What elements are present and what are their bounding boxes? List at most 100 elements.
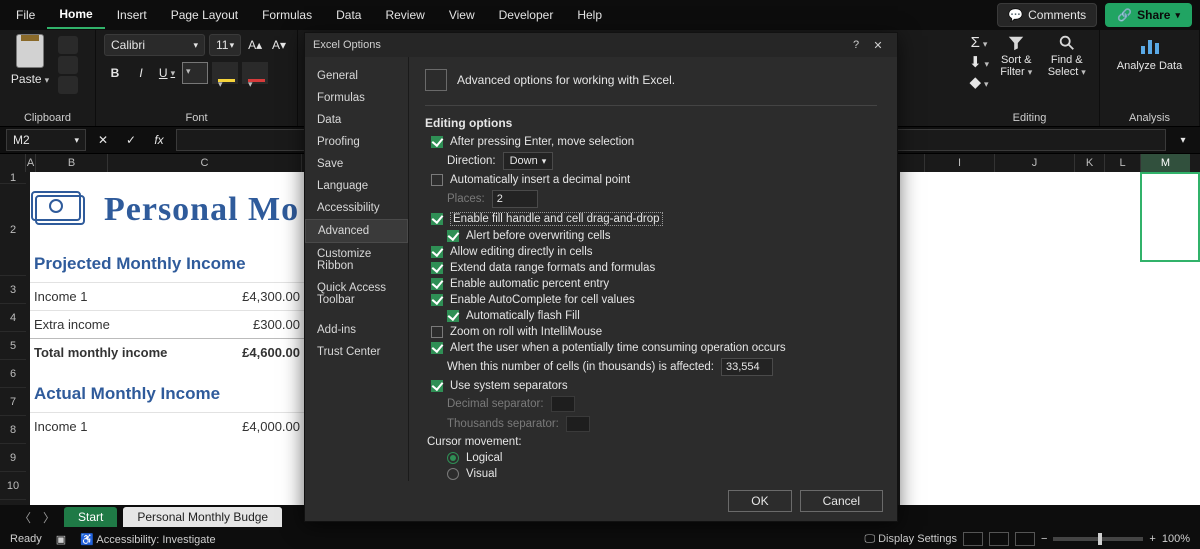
font-color-button[interactable]: [242, 62, 268, 84]
cancel-edit-icon[interactable]: ✕: [92, 129, 114, 151]
opt-auto-percent[interactable]: Enable automatic percent entry: [431, 278, 877, 290]
nav-language[interactable]: Language: [305, 175, 408, 197]
name-box[interactable]: M2▾: [6, 129, 86, 151]
col-A[interactable]: A: [26, 154, 36, 172]
cut-icon[interactable]: [58, 36, 78, 54]
cells-input[interactable]: [721, 358, 773, 376]
shrink-font-icon[interactable]: A▾: [269, 34, 289, 56]
sheet-tab-start[interactable]: Start: [64, 507, 117, 527]
row-8[interactable]: 8: [0, 416, 26, 444]
italic-button[interactable]: I: [130, 62, 152, 84]
sort-filter-button[interactable]: Sort & Filter: [992, 34, 1041, 78]
opt-zoom-roll[interactable]: Zoom on roll with IntelliMouse: [431, 326, 877, 338]
nav-save[interactable]: Save: [305, 153, 408, 175]
col-J[interactable]: J: [994, 154, 1074, 172]
close-icon[interactable]: ✕: [867, 39, 889, 52]
opt-direction[interactable]: Direction: Down ▾: [447, 152, 877, 170]
font-size-combo[interactable]: 11▾: [209, 34, 241, 56]
nav-advanced[interactable]: Advanced: [305, 219, 408, 243]
tab-view[interactable]: View: [437, 2, 487, 28]
autosum-button[interactable]: Σ: [968, 34, 990, 51]
table-row[interactable]: Total monthly income£4,600.00: [30, 338, 310, 366]
zoom-out-icon[interactable]: −: [1041, 533, 1047, 545]
opt-cursor-logical[interactable]: Logical: [447, 452, 877, 464]
dialog-content[interactable]: Advanced options for working with Excel.…: [409, 57, 897, 481]
ok-button[interactable]: OK: [728, 490, 791, 512]
opt-alert-overwrite[interactable]: Alert before overwriting cells: [447, 230, 877, 242]
row-10[interactable]: 10: [0, 472, 26, 500]
cancel-button[interactable]: Cancel: [800, 490, 883, 512]
col-M[interactable]: M: [1140, 154, 1190, 172]
nav-trust-center[interactable]: Trust Center: [305, 341, 408, 363]
row-5[interactable]: 5: [0, 332, 26, 360]
nav-addins[interactable]: Add-ins: [305, 319, 408, 341]
nav-general[interactable]: General: [305, 65, 408, 87]
font-name-combo[interactable]: Calibri▾: [104, 34, 205, 56]
tab-next-icon[interactable]: 〉: [40, 509, 58, 526]
col-K[interactable]: K: [1074, 154, 1104, 172]
page-break-view-icon[interactable]: [1015, 532, 1035, 546]
accessibility-status[interactable]: ♿ Accessibility: Investigate: [80, 533, 215, 546]
right-sheet-panel[interactable]: [900, 172, 1200, 505]
macro-record-icon[interactable]: ▣: [56, 533, 66, 546]
opt-system-separators[interactable]: Use system separators: [431, 380, 877, 392]
tab-page-layout[interactable]: Page Layout: [159, 2, 250, 28]
bold-button[interactable]: B: [104, 62, 126, 84]
borders-button[interactable]: [182, 62, 208, 84]
col-B[interactable]: B: [36, 154, 108, 172]
zoom-slider[interactable]: [1053, 537, 1143, 541]
comments-button[interactable]: 💬 Comments: [997, 3, 1097, 27]
col-C[interactable]: C: [108, 154, 302, 172]
sheet-tab-budget[interactable]: Personal Monthly Budge: [123, 507, 282, 527]
opt-extend-formats[interactable]: Extend data range formats and formulas: [431, 262, 877, 274]
copy-icon[interactable]: [58, 56, 78, 74]
nav-formulas[interactable]: Formulas: [305, 87, 408, 109]
nav-data[interactable]: Data: [305, 109, 408, 131]
tab-prev-icon[interactable]: 〈: [16, 509, 34, 526]
table-row[interactable]: Extra income£300.00: [30, 310, 310, 338]
opt-edit-in-cells[interactable]: Allow editing directly in cells: [431, 246, 877, 258]
row-1[interactable]: 1: [0, 172, 26, 184]
grow-font-icon[interactable]: A▴: [245, 34, 265, 56]
nav-accessibility[interactable]: Accessibility: [305, 197, 408, 219]
opt-auto-decimal[interactable]: Automatically insert a decimal point: [431, 174, 877, 186]
clear-button[interactable]: ◆: [968, 73, 990, 91]
help-icon[interactable]: ?: [845, 39, 867, 51]
direction-select[interactable]: Down ▾: [503, 152, 554, 170]
confirm-edit-icon[interactable]: ✓: [120, 129, 142, 151]
tab-help[interactable]: Help: [565, 2, 614, 28]
table-row[interactable]: Income 1£4,300.00: [30, 282, 310, 310]
tab-review[interactable]: Review: [373, 2, 436, 28]
row-9[interactable]: 9: [0, 444, 26, 472]
share-button[interactable]: 🔗 Share ▾: [1105, 3, 1192, 27]
opt-flash-fill[interactable]: Automatically flash Fill: [447, 310, 877, 322]
opt-alert-time[interactable]: Alert the user when a potentially time c…: [431, 342, 877, 354]
table-row[interactable]: Income 1£4,000.00: [30, 412, 310, 440]
row-6[interactable]: 6: [0, 360, 26, 388]
tab-formulas[interactable]: Formulas: [250, 2, 324, 28]
nav-customize-ribbon[interactable]: Customize Ribbon: [305, 243, 408, 277]
col-I[interactable]: I: [924, 154, 994, 172]
zoom-in-icon[interactable]: +: [1149, 533, 1155, 545]
normal-view-icon[interactable]: [963, 532, 983, 546]
paste-button[interactable]: Paste: [8, 34, 52, 86]
fx-icon[interactable]: fx: [148, 129, 170, 151]
row-2[interactable]: 2: [0, 184, 26, 276]
fill-button[interactable]: ⬇: [968, 53, 990, 71]
underline-button[interactable]: U: [156, 62, 178, 84]
tab-insert[interactable]: Insert: [105, 2, 159, 28]
select-all-corner[interactable]: [0, 154, 26, 172]
tab-data[interactable]: Data: [324, 2, 373, 28]
page-layout-view-icon[interactable]: [989, 532, 1009, 546]
col-L[interactable]: L: [1104, 154, 1140, 172]
opt-autocomplete[interactable]: Enable AutoComplete for cell values: [431, 294, 877, 306]
opt-fill-handle[interactable]: Enable fill handle and cell drag-and-dro…: [431, 212, 877, 226]
opt-cells-affected[interactable]: When this number of cells (in thousands)…: [447, 358, 877, 376]
expand-formula-icon[interactable]: ▾: [1172, 129, 1194, 151]
nav-qat[interactable]: Quick Access Toolbar: [305, 277, 408, 311]
find-select-button[interactable]: Find & Select: [1043, 34, 1092, 78]
row-4[interactable]: 4: [0, 304, 26, 332]
fill-color-button[interactable]: [212, 62, 238, 84]
dialog-titlebar[interactable]: Excel Options ? ✕: [305, 33, 897, 57]
tab-developer[interactable]: Developer: [487, 2, 566, 28]
